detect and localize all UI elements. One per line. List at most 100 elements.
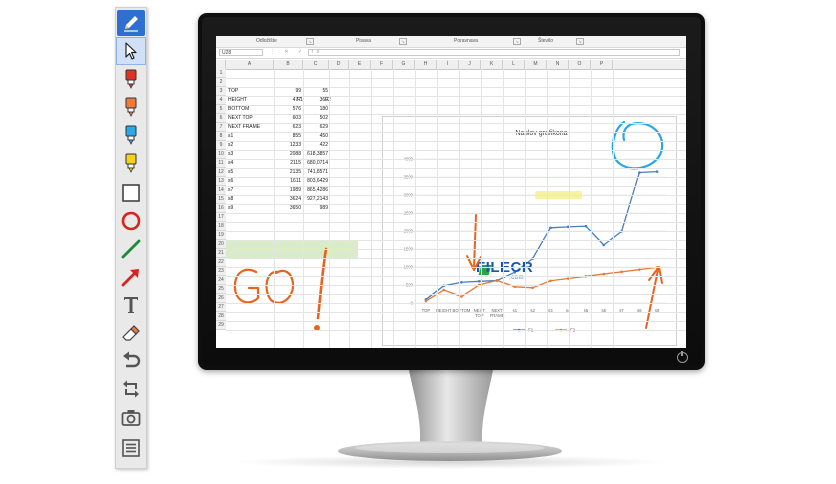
ribbon-group-font[interactable]: Pisava [356, 38, 371, 45]
cell-f1[interactable]: 477 [274, 96, 301, 105]
row-header-20[interactable]: 20 [216, 240, 226, 249]
cell-label[interactable]: s4 [228, 159, 233, 168]
circle-tool[interactable] [117, 208, 145, 234]
rectangle-tool[interactable] [117, 180, 145, 206]
row-header-24[interactable]: 24 [216, 276, 226, 285]
worksheet-grid[interactable]: ABCDEFGHIJKLMNOP F1 F2 Naslov grafikona 0… [216, 60, 686, 348]
ribbon-launcher-icon[interactable]: ↘ [576, 38, 584, 45]
cell-label[interactable]: NEXT TOP [228, 114, 253, 123]
cell-f1[interactable]: 1611 [274, 177, 301, 186]
cell-label[interactable]: NEXT FRAME [228, 123, 260, 132]
cell-label[interactable]: BOTTOM [228, 105, 249, 114]
row-header-5[interactable]: 5 [216, 105, 226, 114]
line-tool[interactable] [117, 236, 145, 262]
screenshot-tool[interactable] [117, 405, 145, 431]
ribbon-launcher-icon[interactable]: ↘ [399, 38, 407, 45]
cell-label[interactable]: s9 [228, 204, 233, 213]
ribbon-launcher-icon[interactable]: ↘ [513, 38, 521, 45]
row-header-2[interactable]: 2 [216, 78, 226, 87]
cell-f1[interactable]: 2088 [274, 150, 301, 159]
cell-label[interactable]: s8 [228, 195, 233, 204]
cell-f1[interactable]: 576 [274, 105, 301, 114]
ribbon-launcher-icon[interactable]: ↘ [306, 38, 314, 45]
undo-tool[interactable] [117, 348, 145, 374]
row-header-23[interactable]: 23 [216, 267, 226, 276]
name-box[interactable]: U28 [219, 49, 263, 56]
marker-red[interactable] [117, 66, 145, 92]
marker-orange[interactable] [117, 94, 145, 120]
eraser-tool[interactable] [117, 320, 145, 346]
row-header-9[interactable]: 9 [216, 141, 226, 150]
row-header-1[interactable]: 1 [216, 69, 226, 78]
cell-label[interactable]: s6 [228, 177, 233, 186]
cell-f1[interactable]: 1989 [274, 186, 301, 195]
cell-f1[interactable]: 855 [274, 132, 301, 141]
row-header-27[interactable]: 27 [216, 303, 226, 312]
marker-blue[interactable] [117, 122, 145, 148]
cell-f1[interactable]: 2135 [274, 168, 301, 177]
formula-input[interactable] [308, 49, 680, 56]
row-header-22[interactable]: 22 [216, 258, 226, 267]
text-tool[interactable] [117, 292, 145, 318]
cell-f2[interactable]: 55 [303, 87, 328, 96]
cell-f1[interactable]: 3624 [274, 195, 301, 204]
grid-vline [329, 69, 330, 348]
row-header-28[interactable]: 28 [216, 312, 226, 321]
row-header-29[interactable]: 29 [216, 321, 226, 330]
cell-f2[interactable]: 989 [303, 204, 328, 213]
cell-f2[interactable]: 422 [303, 141, 328, 150]
row-header-12[interactable]: 12 [216, 168, 226, 177]
cell-label[interactable]: TOP [228, 87, 238, 96]
cell-label[interactable]: s2 [228, 141, 233, 150]
cell-f2[interactable]: 180 [303, 105, 328, 114]
menu-tool[interactable] [117, 435, 145, 461]
cell-f2[interactable]: 927,2143 [303, 195, 328, 204]
cell-f2[interactable]: 741,8571 [303, 168, 328, 177]
cell-f2[interactable]: 680,0714 [303, 159, 328, 168]
row-header-7[interactable]: 7 [216, 123, 226, 132]
cell-f1[interactable]: 623 [274, 123, 301, 132]
cell-f1[interactable]: 2115 [274, 159, 301, 168]
cell-f2[interactable]: 865,4286 [303, 186, 328, 195]
ribbon-group-clipboard[interactable]: Odložište [256, 38, 277, 45]
row-header-4[interactable]: 4 [216, 96, 226, 105]
power-icon[interactable] [677, 351, 688, 363]
row-header-15[interactable]: 15 [216, 195, 226, 204]
swap-tool[interactable] [117, 376, 145, 402]
row-header-17[interactable]: 17 [216, 213, 226, 222]
row-header-14[interactable]: 14 [216, 186, 226, 195]
cell-f1[interactable]: 1233 [274, 141, 301, 150]
cell-f2[interactable]: 618,3857 [303, 150, 328, 159]
marker-yellow[interactable] [117, 150, 145, 176]
cell-f2[interactable]: 360 [303, 96, 328, 105]
row-header-18[interactable]: 18 [216, 222, 226, 231]
row-header-21[interactable]: 21 [216, 249, 226, 258]
cell-f2[interactable]: 450 [303, 132, 328, 141]
cell-f1[interactable]: 3650 [274, 204, 301, 213]
row-header-13[interactable]: 13 [216, 177, 226, 186]
cell-label[interactable]: s3 [228, 150, 233, 159]
cell-f2[interactable]: 803,6429 [303, 177, 328, 186]
cell-f2[interactable]: 629 [303, 123, 328, 132]
cell-label[interactable]: s7 [228, 186, 233, 195]
ribbon-group-number[interactable]: Število [538, 38, 553, 45]
row-header-26[interactable]: 26 [216, 294, 226, 303]
ribbon-group-alignment[interactable]: Poravnava [454, 38, 478, 45]
cell-label[interactable]: s5 [228, 168, 233, 177]
cell-label[interactable]: HEIGHT [228, 96, 247, 105]
pen-tool[interactable] [117, 10, 145, 36]
cell-f1[interactable]: 99 [274, 87, 301, 96]
row-header-19[interactable]: 19 [216, 231, 226, 240]
arrow-tool[interactable] [117, 264, 145, 290]
row-header-6[interactable]: 6 [216, 114, 226, 123]
row-header-8[interactable]: 8 [216, 132, 226, 141]
cell-f2[interactable]: 502 [303, 114, 328, 123]
row-header-25[interactable]: 25 [216, 285, 226, 294]
select-tool[interactable] [116, 37, 146, 65]
row-header-16[interactable]: 16 [216, 204, 226, 213]
cell-f1[interactable]: 603 [274, 114, 301, 123]
row-header-10[interactable]: 10 [216, 150, 226, 159]
cell-label[interactable]: s1 [228, 132, 233, 141]
row-header-11[interactable]: 11 [216, 159, 226, 168]
row-header-3[interactable]: 3 [216, 87, 226, 96]
